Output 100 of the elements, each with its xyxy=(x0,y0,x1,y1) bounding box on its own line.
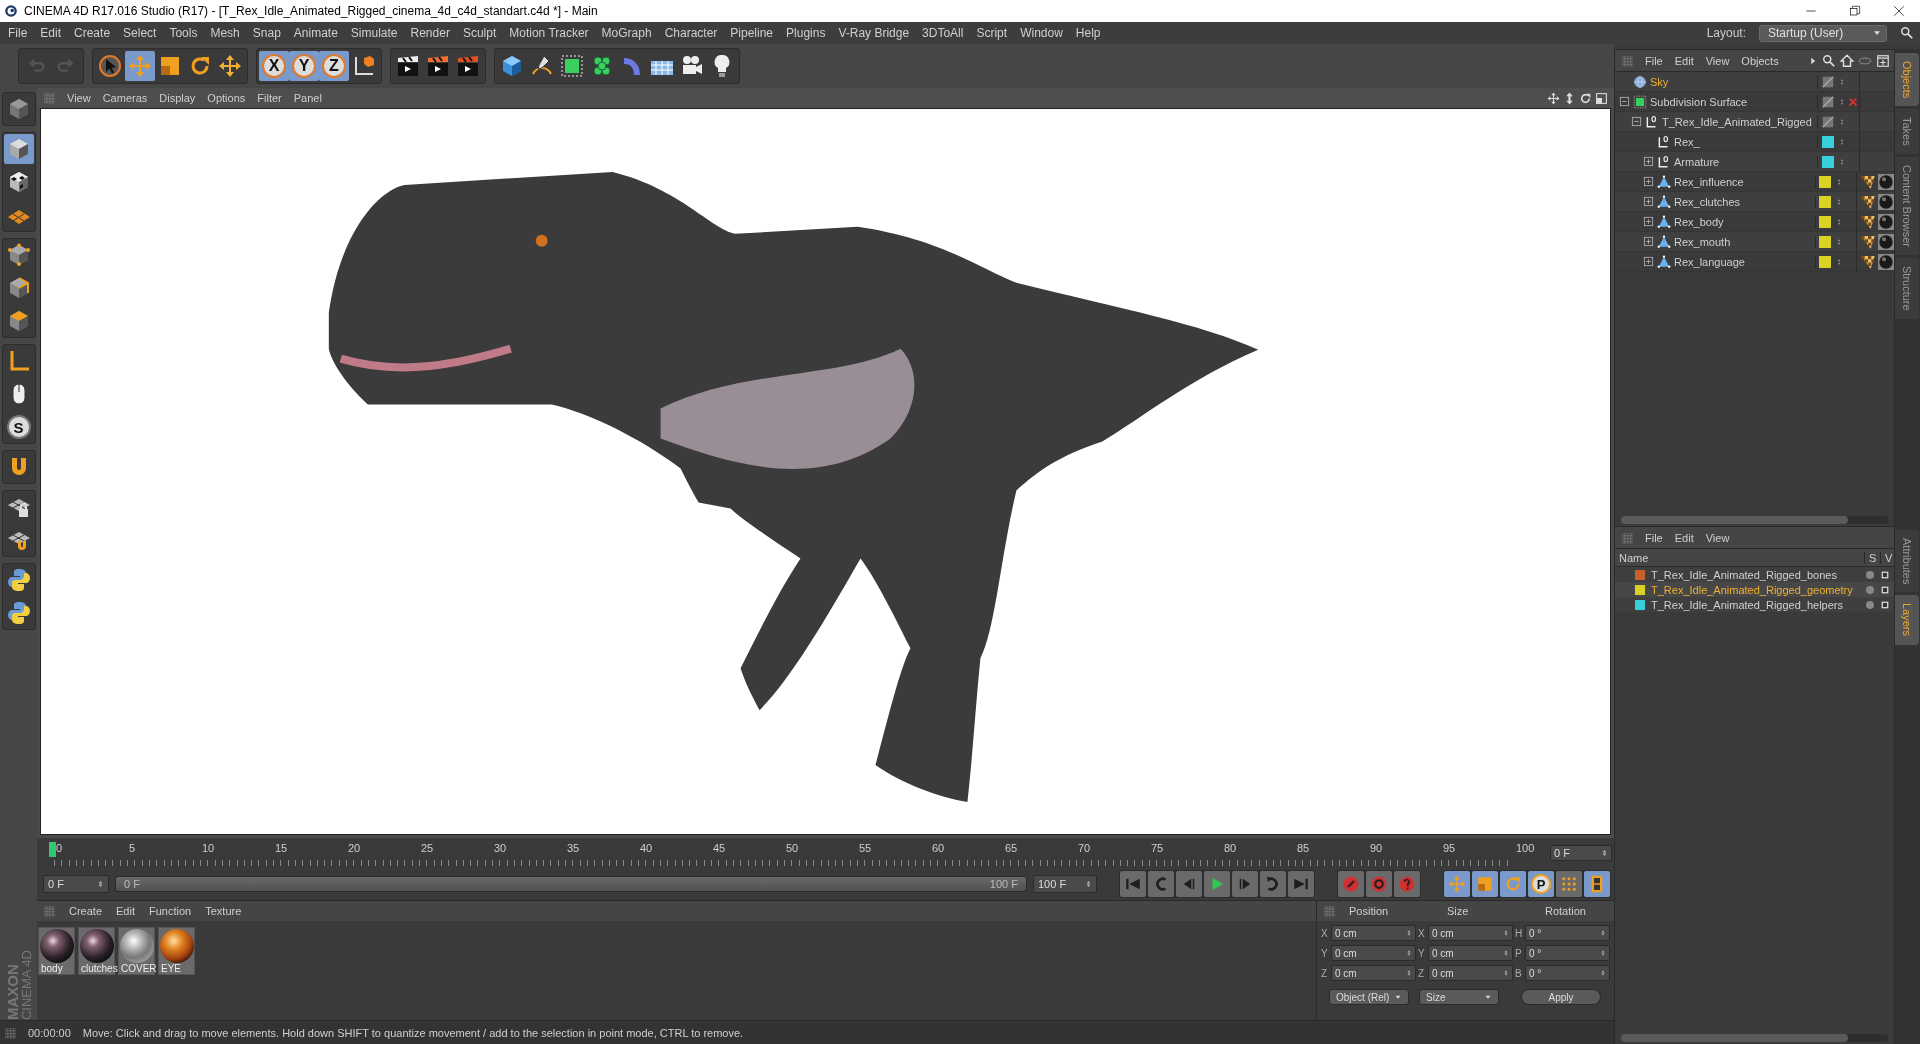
menu-item[interactable]: File xyxy=(8,26,28,40)
frame-range-track[interactable]: 0 F 100 F xyxy=(115,876,1027,892)
material-tile[interactable]: EYE xyxy=(158,927,195,975)
layer-color-swatch[interactable] xyxy=(1818,175,1831,188)
start-frame-field[interactable]: 0 F xyxy=(43,875,109,893)
material-menu-item[interactable]: Edit xyxy=(116,905,135,917)
panel-menu-item[interactable]: Edit xyxy=(1674,531,1694,544)
four-way-arrow-icon[interactable] xyxy=(1547,91,1560,105)
horizontal-scrollbar[interactable] xyxy=(1621,516,1888,524)
search-icon[interactable] xyxy=(1900,26,1914,40)
material-ball-icon[interactable] xyxy=(1878,213,1894,230)
material-menu-item[interactable]: Create xyxy=(69,905,103,917)
menu-item[interactable]: Snap xyxy=(252,26,281,40)
circle-dot-icon[interactable] xyxy=(1864,568,1876,581)
next-frame-button[interactable] xyxy=(1232,871,1258,897)
menu-item[interactable]: Motion Tracker xyxy=(509,26,589,40)
size-field[interactable]: 0 cm xyxy=(1427,925,1513,941)
plus-box-icon[interactable] xyxy=(1643,196,1654,207)
viewport-menu-item[interactable]: Cameras xyxy=(102,92,148,104)
object-row[interactable]: Rex_mouth xyxy=(1615,232,1894,252)
param-tool-button[interactable]: P xyxy=(1528,871,1554,897)
plus-box-icon[interactable] xyxy=(1643,216,1654,227)
size-mode-dropdown[interactable]: Size xyxy=(1419,989,1499,1005)
plus-box-icon[interactable] xyxy=(1643,176,1654,187)
side-tab[interactable]: Content Browser xyxy=(1895,157,1919,255)
position-field[interactable]: 0 cm xyxy=(1330,925,1416,941)
viewport-menu-item[interactable]: Options xyxy=(207,92,246,104)
coordinate-mode-dropdown[interactable]: Object (Rel) xyxy=(1329,989,1409,1005)
position-field[interactable]: 0 cm xyxy=(1330,965,1416,981)
layer-color-swatch[interactable] xyxy=(1818,255,1831,268)
side-tab[interactable]: Structure xyxy=(1895,258,1919,319)
side-tab[interactable]: Layers xyxy=(1895,595,1919,645)
material-menu-item[interactable]: Function xyxy=(149,905,192,917)
material-menu-item[interactable]: Texture xyxy=(205,905,242,917)
slashed-square-icon[interactable] xyxy=(1820,114,1835,129)
viewport-menu-item[interactable]: Panel xyxy=(293,92,322,104)
record-button[interactable] xyxy=(1338,871,1364,897)
apply-button[interactable]: Apply xyxy=(1521,989,1601,1005)
axis-tool-button[interactable]: X xyxy=(259,51,289,81)
keysel-button[interactable] xyxy=(1394,871,1420,897)
last-button[interactable] xyxy=(1288,871,1314,897)
viewport-menu-item[interactable]: Display xyxy=(159,92,196,104)
menu-item[interactable]: V-Ray Bridge xyxy=(838,26,910,40)
slashed-square-icon[interactable] xyxy=(1820,94,1835,109)
menu-item[interactable]: Edit xyxy=(40,26,62,40)
menu-item[interactable]: Pipeline xyxy=(730,26,774,40)
plus-box-icon[interactable] xyxy=(1643,256,1654,267)
layer-color-swatch[interactable] xyxy=(1818,215,1831,228)
window-icon[interactable] xyxy=(1595,91,1608,105)
rotation-field[interactable]: 0 ° xyxy=(1524,945,1610,961)
prev-key-button[interactable] xyxy=(1148,871,1174,897)
layer-color-swatch[interactable] xyxy=(1818,195,1831,208)
circle-dot-icon[interactable] xyxy=(1864,583,1876,596)
plus-window-icon[interactable] xyxy=(1876,53,1890,68)
plus-box-icon[interactable] xyxy=(1643,156,1654,167)
layout-dropdown[interactable]: Startup (User) xyxy=(1759,24,1887,42)
side-tab[interactable]: Attributes xyxy=(1895,530,1919,593)
material-ball-icon[interactable] xyxy=(1878,193,1894,210)
position-field[interactable]: 0 cm xyxy=(1330,945,1416,961)
panel-menu-item[interactable]: File xyxy=(1645,531,1663,544)
menu-item[interactable]: Select xyxy=(123,26,157,40)
checkbox-icon[interactable] xyxy=(1880,599,1890,610)
end-frame-field[interactable]: 100 F xyxy=(1033,875,1097,893)
rotate-arrows-icon[interactable] xyxy=(1579,91,1592,105)
cross-icon[interactable] xyxy=(1848,96,1858,107)
checker-fan-icon[interactable] xyxy=(1860,193,1876,210)
panel-menu-item[interactable]: Edit xyxy=(1674,54,1694,67)
panel-menu-item[interactable]: View xyxy=(1705,54,1730,67)
menu-item[interactable]: Simulate xyxy=(350,26,398,40)
layer-color-swatch[interactable] xyxy=(1818,235,1831,248)
menu-item[interactable]: Mesh xyxy=(210,26,240,40)
menu-item[interactable]: Sculpt xyxy=(462,26,497,40)
material-ball-icon[interactable] xyxy=(1878,253,1894,270)
object-row[interactable]: Armature xyxy=(1615,152,1894,172)
checker-fan-icon[interactable] xyxy=(1860,173,1876,190)
size-field[interactable]: 0 cm xyxy=(1427,965,1513,981)
menu-item[interactable]: Character xyxy=(664,26,718,40)
layer-row[interactable]: T_Rex_Idle_Animated_Rigged_bones xyxy=(1615,567,1894,582)
material-ball-icon[interactable] xyxy=(1878,173,1894,190)
object-row[interactable]: T_Rex_Idle_Animated_Rigged xyxy=(1615,112,1894,132)
menu-item[interactable]: Tools xyxy=(169,26,198,40)
layer-row[interactable]: T_Rex_Idle_Animated_Rigged_geometry xyxy=(1615,582,1894,597)
menu-item[interactable]: Create xyxy=(74,26,111,40)
plus-box-icon[interactable] xyxy=(1643,236,1654,247)
circle-dot-icon[interactable] xyxy=(1864,598,1876,611)
side-tab[interactable]: Takes xyxy=(1895,109,1919,155)
model-tool-button[interactable] xyxy=(3,134,34,164)
rotation-field[interactable]: 0 ° xyxy=(1524,925,1610,941)
pla-tool-button[interactable] xyxy=(1556,871,1582,897)
checker-fan-icon[interactable] xyxy=(1860,253,1876,270)
search-icon[interactable] xyxy=(1822,53,1836,68)
playhead-marker[interactable] xyxy=(49,842,56,857)
rotation-field[interactable]: 0 ° xyxy=(1524,965,1610,981)
object-row[interactable]: Rex_language xyxy=(1615,252,1894,272)
menu-item[interactable]: MoGraph xyxy=(601,26,652,40)
layer-color-swatch[interactable] xyxy=(1821,135,1834,148)
home-icon[interactable] xyxy=(1840,53,1854,68)
film-tool-button[interactable] xyxy=(1584,871,1610,897)
autokey-button[interactable] xyxy=(1366,871,1392,897)
slashed-square-icon[interactable] xyxy=(1820,74,1835,89)
